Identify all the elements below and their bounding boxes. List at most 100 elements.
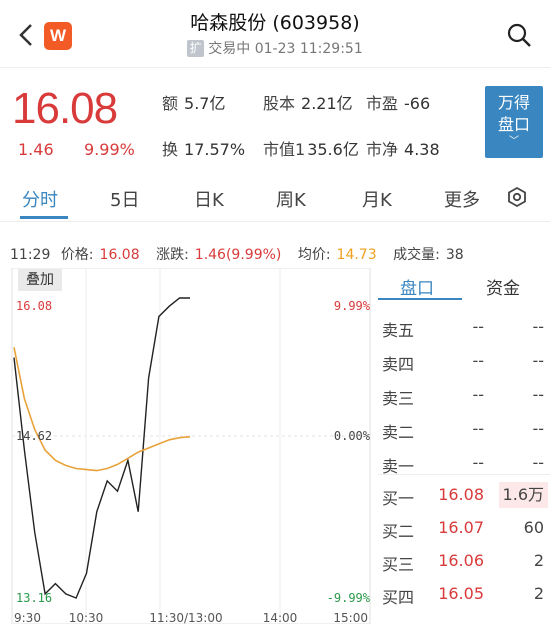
buy-volume: 1.6万 bbox=[498, 482, 548, 508]
stat-label: 市盈 bbox=[366, 94, 399, 113]
tab-more[interactable]: 更多 bbox=[444, 186, 480, 212]
stat-value: 2.21亿 bbox=[301, 94, 353, 113]
x-tick-1030: 10:30 bbox=[69, 611, 104, 624]
wind-orderbook-button[interactable]: 万得 盘口 ﹀ bbox=[485, 86, 543, 158]
stat-label: 市净 bbox=[366, 140, 399, 159]
info-time: 11:29 bbox=[10, 247, 51, 263]
overlay-button[interactable]: 叠加 bbox=[18, 269, 62, 291]
search-icon[interactable] bbox=[506, 22, 532, 48]
orderbook-tabs: 盘口 资金 bbox=[378, 268, 550, 302]
sell-price: -- bbox=[472, 317, 484, 336]
sell-level-name: 卖二 bbox=[382, 423, 415, 442]
sell-row: 卖二 -- -- bbox=[378, 412, 550, 446]
sell-row: 卖五 -- -- bbox=[378, 310, 550, 344]
y-right-top: 9.99% bbox=[334, 299, 371, 313]
tab-orderbook[interactable]: 盘口 bbox=[400, 274, 434, 299]
x-tick-0930: 9:30 bbox=[14, 611, 41, 624]
stat-label: 额 bbox=[162, 94, 179, 113]
stat-label: 市值1 bbox=[263, 140, 306, 159]
sell-level-name: 卖五 bbox=[382, 321, 415, 340]
stat-amount: 额 5.7亿 bbox=[162, 90, 225, 114]
sell-level-name: 卖三 bbox=[382, 389, 415, 408]
stat-value: 4.38 bbox=[404, 140, 440, 159]
sell-volume: -- bbox=[532, 453, 544, 472]
current-price: 16.08 bbox=[12, 84, 118, 133]
y-right-mid: 0.00% bbox=[334, 429, 371, 443]
price-line bbox=[13, 297, 190, 599]
chevron-down-icon: ﹀ bbox=[509, 136, 519, 147]
y-right-bottom: -9.99% bbox=[327, 591, 371, 605]
app-header: W 哈森股份 (603958) 扩交易中 01-23 11:29:51 bbox=[0, 0, 550, 68]
y-left-mid: 14.62 bbox=[16, 429, 52, 443]
buy-price: 16.08 bbox=[438, 485, 484, 504]
sell-volume: -- bbox=[532, 351, 544, 370]
buy-level-name: 买二 bbox=[382, 522, 415, 541]
info-vol: 38 bbox=[445, 247, 464, 263]
buy-row: 买三 16.06 2 bbox=[378, 544, 550, 578]
sell-row: 卖三 -- -- bbox=[378, 378, 550, 412]
buy-volume: 60 bbox=[523, 518, 544, 537]
stock-title: 哈森股份 (603958) bbox=[190, 12, 360, 34]
buy-price: 16.05 bbox=[438, 584, 484, 603]
info-avg-label: 均价: bbox=[297, 247, 331, 263]
crosshair-info: 11:29 价格: 16.08 涨跌: 1.46(9.99%) 均价: 14.73 成… bbox=[10, 244, 476, 264]
info-avg: 14.73 bbox=[336, 247, 377, 263]
stat-pb: 市净 4.38 bbox=[366, 136, 440, 160]
x-tick-1400: 14:00 bbox=[263, 611, 298, 624]
tab-intraday[interactable]: 分时 bbox=[22, 186, 58, 212]
tab-fund-flow[interactable]: 资金 bbox=[486, 274, 520, 299]
period-tabs: 分时 5日 日K 周K 月K 更多 bbox=[0, 172, 550, 222]
tab-5day[interactable]: 5日 bbox=[110, 186, 139, 212]
y-left-top: 16.08 bbox=[16, 299, 52, 313]
stat-value: 5.7亿 bbox=[184, 94, 226, 113]
buy-level-name: 买三 bbox=[382, 555, 415, 574]
stat-label: 换 bbox=[162, 140, 179, 159]
info-price: 16.08 bbox=[99, 247, 140, 263]
stat-pe: 市盈 -66 bbox=[366, 90, 430, 114]
intraday-chart[interactable]: 16.08 14.62 13.16 9.99% 0.00% -9.99% 9:3… bbox=[10, 268, 372, 624]
sell-price: -- bbox=[472, 419, 484, 438]
buy-row: 买一 16.08 1.6万 bbox=[378, 478, 550, 512]
orderbook-tab-indicator bbox=[378, 298, 462, 300]
settings-icon[interactable] bbox=[506, 186, 528, 208]
stat-value: -66 bbox=[404, 94, 431, 113]
sell-price: -- bbox=[472, 351, 484, 370]
stat-value: 35.6亿 bbox=[307, 140, 359, 159]
tab-weekly-k[interactable]: 周K bbox=[276, 186, 306, 212]
status-text: 交易中 01-23 11:29:51 bbox=[208, 41, 363, 57]
book-divider bbox=[378, 474, 550, 475]
buy-volume: 2 bbox=[533, 584, 544, 603]
sell-row: 卖四 -- -- bbox=[378, 344, 550, 378]
buy-price: 16.07 bbox=[438, 518, 484, 537]
stat-market-cap: 市值1 35.6亿 bbox=[263, 136, 359, 160]
x-tick-1500: 15:00 bbox=[333, 611, 368, 624]
sell-volume: -- bbox=[532, 317, 544, 336]
price-change-pct: 9.99% bbox=[84, 140, 135, 159]
quote-panel: 16.08 1.46 9.99% 额 5.7亿 股本 2.21亿 市盈 -66 换 17… bbox=[0, 68, 550, 172]
price-change: 1.46 bbox=[18, 140, 54, 159]
active-tab-indicator bbox=[20, 216, 68, 219]
average-line bbox=[13, 347, 191, 472]
info-chg-label: 涨跌: bbox=[156, 247, 189, 263]
sell-volume: -- bbox=[532, 419, 544, 438]
wd-line2: 盘口 bbox=[497, 115, 530, 134]
info-chg: 1.46(9.99%) bbox=[194, 247, 282, 263]
wd-line1: 万得 bbox=[497, 93, 530, 112]
info-price-label: 价格: bbox=[60, 247, 94, 263]
sell-volume: -- bbox=[532, 385, 544, 404]
info-vol-label: 成交量: bbox=[393, 247, 440, 263]
trading-status: 扩交易中 01-23 11:29:51 bbox=[0, 38, 550, 58]
buy-row: 买四 16.05 2 bbox=[378, 577, 550, 611]
stat-value: 17.57% bbox=[184, 140, 246, 159]
buy-price: 16.06 bbox=[438, 551, 484, 570]
extended-badge: 扩 bbox=[187, 40, 205, 57]
tab-daily-k[interactable]: 日K bbox=[194, 186, 224, 212]
stat-shares: 股本 2.21亿 bbox=[263, 90, 353, 114]
buy-level-name: 买一 bbox=[382, 489, 415, 508]
y-left-bottom: 13.16 bbox=[16, 591, 52, 605]
stat-label: 股本 bbox=[263, 94, 296, 113]
sell-price: -- bbox=[472, 385, 484, 404]
tab-monthly-k[interactable]: 月K bbox=[362, 186, 392, 212]
sell-level-name: 卖四 bbox=[382, 355, 415, 374]
sell-price: -- bbox=[472, 453, 484, 472]
